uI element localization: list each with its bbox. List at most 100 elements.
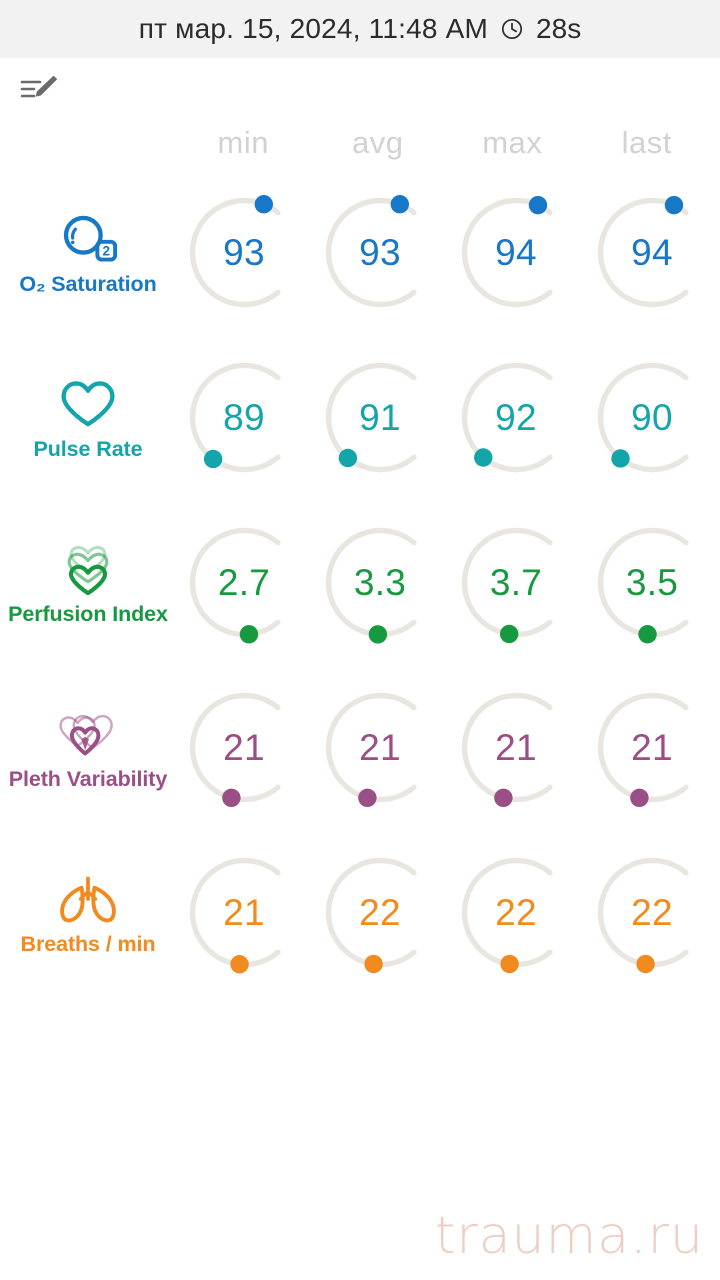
gauge: 94: [454, 190, 579, 315]
gauge: 2.7: [182, 520, 307, 645]
metric-label-pleth-variability[interactable]: Pleth Variability: [0, 703, 176, 792]
gauge: 89: [182, 355, 307, 480]
metric-row: 2 O₂ Saturation 93 93 94 94: [0, 170, 720, 335]
metric-name: O₂ Saturation: [19, 272, 157, 296]
gauge-value: 3.5: [625, 561, 679, 603]
gauge-cell-perfusion-index-last[interactable]: 3.5: [584, 520, 720, 645]
gauge-cell-perfusion-index-min[interactable]: 2.7: [176, 520, 312, 645]
metric-name: Pulse Rate: [33, 437, 143, 461]
gauge-value: 21: [631, 726, 673, 768]
gauge-value: 89: [223, 396, 265, 438]
gauge-value: 22: [359, 891, 401, 933]
gauge-value: 21: [359, 726, 401, 768]
gauge-cell-pulse-rate-last[interactable]: 90: [584, 355, 720, 480]
svg-text:2: 2: [102, 243, 110, 258]
column-header-min: min: [217, 125, 269, 160]
gauge: 90: [590, 355, 715, 480]
gauge: 22: [318, 850, 443, 975]
edit-note-icon[interactable]: [16, 70, 60, 110]
gauge-value: 93: [223, 231, 265, 273]
metric-row: Pulse Rate 89 91 92 90: [0, 335, 720, 500]
metric-gauges: 21 22 22 22: [176, 850, 720, 975]
gauge: 21: [318, 685, 443, 810]
gauge-cell-pleth-variability-max[interactable]: 21: [448, 685, 584, 810]
gauge: 22: [454, 850, 579, 975]
gauge-cell-breaths-per-min-avg[interactable]: 22: [312, 850, 448, 975]
gauge: 3.3: [318, 520, 443, 645]
column-header-avg: avg: [352, 125, 404, 160]
gauge-value: 21: [495, 726, 537, 768]
gauge-cell-o2-saturation-min[interactable]: 93: [176, 190, 312, 315]
gauge: 91: [318, 355, 443, 480]
gauge-value: 93: [359, 231, 401, 273]
metrics-list: 2 O₂ Saturation 93 93 94 94 Pulse Rate 8…: [0, 166, 720, 995]
watermark: trauma.ru: [435, 1206, 704, 1266]
metric-gauges: 2.7 3.3 3.7 3.5: [176, 520, 720, 645]
metric-row: Pleth Variability 21 21 21 21: [0, 665, 720, 830]
metric-label-perfusion-index[interactable]: Perfusion Index: [0, 538, 176, 627]
heart-icon: [58, 373, 118, 435]
metric-row: Perfusion Index 2.7 3.3 3.7 3.5: [0, 500, 720, 665]
gauge: 92: [454, 355, 579, 480]
metric-gauges: 93 93 94 94: [176, 190, 720, 315]
lungs-icon: [53, 868, 123, 930]
gauge-value: 21: [223, 726, 265, 768]
gauge-value: 91: [359, 396, 401, 438]
metric-name: Pleth Variability: [8, 767, 168, 791]
gauge-cell-o2-saturation-last[interactable]: 94: [584, 190, 720, 315]
gauge-value: 21: [223, 891, 265, 933]
gauge-value: 22: [631, 891, 673, 933]
column-headers: min avg max last: [0, 120, 720, 166]
gauge: 21: [182, 850, 307, 975]
vitals-summary-screen: пт мар. 15, 2024, 11:48 AM 28s min avg m…: [0, 0, 720, 1280]
session-datetime: пт мар. 15, 2024, 11:48 AM: [138, 13, 489, 44]
o2-bubble-icon: 2: [57, 208, 119, 270]
gauge-value: 92: [495, 396, 537, 438]
gauge-cell-o2-saturation-avg[interactable]: 93: [312, 190, 448, 315]
metric-label-pulse-rate[interactable]: Pulse Rate: [0, 373, 176, 462]
gauge-value: 3.3: [353, 561, 407, 603]
gauge: 21: [182, 685, 307, 810]
gauge-cell-pleth-variability-avg[interactable]: 21: [312, 685, 448, 810]
metric-row: Breaths / min 21 22 22 22: [0, 830, 720, 995]
gauge-value: 3.7: [489, 561, 543, 603]
metric-gauges: 21 21 21 21: [176, 685, 720, 810]
column-header-last: last: [621, 125, 672, 160]
metric-label-breaths-per-min[interactable]: Breaths / min: [0, 868, 176, 957]
gauge-value: 2.7: [217, 561, 271, 603]
gauge-cell-pulse-rate-avg[interactable]: 91: [312, 355, 448, 480]
metric-name: Perfusion Index: [8, 602, 168, 626]
gauge-cell-pleth-variability-last[interactable]: 21: [584, 685, 720, 810]
gauge-cell-breaths-per-min-last[interactable]: 22: [584, 850, 720, 975]
double-heart-icon: [53, 703, 123, 765]
gauge-value: 94: [495, 231, 537, 273]
gauge-cell-pleth-variability-min[interactable]: 21: [176, 685, 312, 810]
gauge-cell-pulse-rate-max[interactable]: 92: [448, 355, 584, 480]
triple-heart-icon: [55, 538, 121, 600]
gauge: 21: [590, 685, 715, 810]
column-header-max: max: [482, 125, 543, 160]
gauge-value: 22: [495, 891, 537, 933]
clock-icon: [500, 17, 524, 41]
gauge-cell-o2-saturation-max[interactable]: 94: [448, 190, 584, 315]
elapsed-time: 28s: [536, 13, 582, 44]
metric-name: Breaths / min: [20, 932, 156, 956]
gauge-cell-perfusion-index-avg[interactable]: 3.3: [312, 520, 448, 645]
metric-label-o2-saturation[interactable]: 2 O₂ Saturation: [0, 208, 176, 297]
gauge-cell-breaths-per-min-max[interactable]: 22: [448, 850, 584, 975]
gauge: 3.7: [454, 520, 579, 645]
gauge-cell-pulse-rate-min[interactable]: 89: [176, 355, 312, 480]
gauge: 93: [318, 190, 443, 315]
gauge: 3.5: [590, 520, 715, 645]
gauge: 21: [454, 685, 579, 810]
gauge: 93: [182, 190, 307, 315]
gauge: 22: [590, 850, 715, 975]
gauge-value: 90: [631, 396, 673, 438]
status-bar: пт мар. 15, 2024, 11:48 AM 28s: [0, 0, 720, 58]
gauge-value: 94: [631, 231, 673, 273]
metric-gauges: 89 91 92 90: [176, 355, 720, 480]
gauge-cell-perfusion-index-max[interactable]: 3.7: [448, 520, 584, 645]
gauge-cell-breaths-per-min-min[interactable]: 21: [176, 850, 312, 975]
gauge: 94: [590, 190, 715, 315]
toolbar: [0, 58, 720, 120]
